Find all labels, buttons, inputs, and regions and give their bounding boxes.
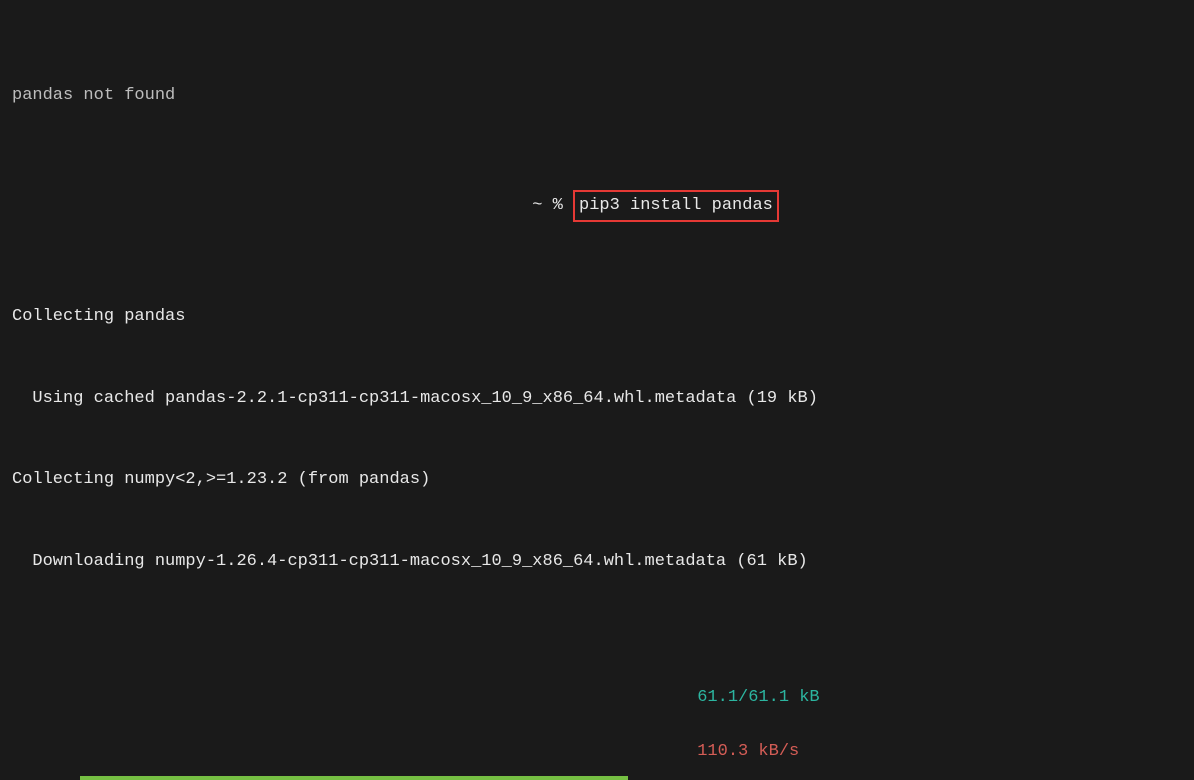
output-line: pandas not found — [12, 82, 1182, 109]
progress-row: 61.1/61.1 kB 110.3 kB/s eta 0:00:00 — [12, 657, 1182, 780]
command-text: pip3 install pandas — [579, 196, 773, 215]
output-line: Downloading numpy-1.26.4-cp311-cp311-mac… — [12, 548, 1182, 575]
progress-done: 61.1/61.1 kB — [697, 688, 819, 707]
output-line: Using cached pandas-2.2.1-cp311-cp311-ma… — [12, 385, 1182, 412]
progress-rate: 110.3 kB/s — [697, 742, 799, 761]
redacted-hostname — [12, 195, 522, 215]
output-line: Collecting numpy<2,>=1.23.2 (from pandas… — [12, 466, 1182, 493]
output-line: Collecting pandas — [12, 303, 1182, 330]
prompt-line: ~ % pip3 install pandas — [12, 190, 1182, 221]
highlight-command: pip3 install pandas — [573, 190, 779, 221]
terminal-output[interactable]: pandas not found ~ % pip3 install pandas… — [0, 0, 1194, 780]
prompt-separator: ~ % — [522, 196, 573, 215]
progress-bar — [80, 776, 628, 780]
